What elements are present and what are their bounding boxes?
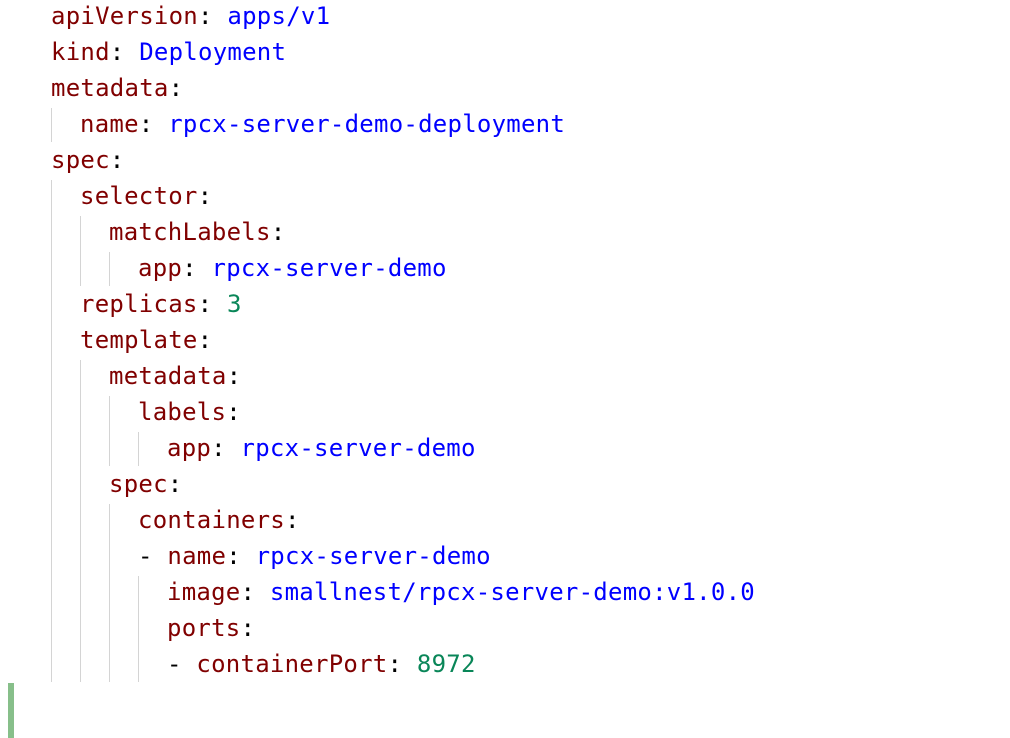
yaml-key: app [167,434,212,462]
yaml-key: selector [80,182,198,210]
yaml-key: spec [109,470,168,498]
yaml-key: kind [51,38,110,66]
yaml-colon: : [211,434,226,462]
code-line[interactable]: selector: [80,178,212,214]
code-line[interactable]: apiVersion: apps/v1 [51,0,330,34]
yaml-key: metadata [109,362,227,390]
yaml-key: labels [138,398,227,426]
yaml-key: containerPort [196,650,388,678]
yaml-colon: : [109,38,125,66]
list-dash: - [138,542,168,570]
yaml-colon: : [138,110,154,138]
yaml-key: metadata [51,74,169,102]
yaml-key: app [138,254,183,282]
code-line[interactable]: matchLabels: [109,214,285,250]
yaml-colon: : [285,506,300,534]
yaml-colon: : [226,398,241,426]
yaml-colon: : [240,578,256,606]
code-line[interactable]: - containerPort: 8972 [167,646,476,682]
yaml-value: rpcx-server-demo [211,254,447,282]
yaml-colon: : [168,74,184,102]
yaml-colon: : [197,182,213,210]
code-line[interactable]: metadata: [51,70,183,106]
yaml-colon: : [240,614,256,642]
yaml-colon: : [387,650,403,678]
yaml-value: Deployment [139,38,287,66]
yaml-colon: : [226,542,241,570]
yaml-key: template [80,326,198,354]
code-line[interactable]: ports: [167,610,255,646]
yaml-colon: : [197,326,213,354]
code-line[interactable]: template: [80,322,212,358]
code-line[interactable]: labels: [138,394,241,430]
list-dash: - [167,650,197,678]
code-editor[interactable]: apiVersion: apps/v1 kind: Deployment metad… [0,0,1010,738]
yaml-colon: : [182,254,197,282]
yaml-key: containers [138,506,285,534]
indent-guide [51,108,52,142]
yaml-key: name [80,110,139,138]
gutter-change-marker [8,683,14,738]
indent-guide [80,216,81,286]
indent-guide [109,504,110,682]
indent-guide [109,396,110,466]
yaml-key: name [167,542,227,570]
indent-guide [138,432,139,466]
indent-guide [80,360,81,682]
yaml-key: ports [167,614,241,642]
code-line[interactable]: spec: [51,142,125,178]
yaml-key: replicas [80,290,198,318]
code-line[interactable]: app: rpcx-server-demo [138,250,447,286]
code-line[interactable]: replicas: 3 [80,286,242,322]
code-line[interactable]: image: smallnest/rpcx-server-demo:v1.0.0 [167,574,755,610]
code-line[interactable]: containers: [138,502,300,538]
yaml-key: spec [51,146,110,174]
code-line[interactable]: - name: rpcx-server-demo [138,538,491,574]
yaml-value: 3 [227,290,242,318]
code-line[interactable]: metadata: [109,358,241,394]
code-line[interactable]: kind: Deployment [51,34,286,70]
indent-guide [51,180,52,682]
yaml-value: rpcx-server-demo-deployment [168,110,566,138]
yaml-value: 8972 [416,650,476,678]
code-line[interactable]: name: rpcx-server-demo-deployment [80,106,565,142]
code-line[interactable]: app: rpcx-server-demo [167,430,476,466]
yaml-colon: : [226,362,242,390]
yaml-colon: : [167,470,183,498]
yaml-key: matchLabels [109,218,271,246]
yaml-key: image [167,578,241,606]
indent-guide [109,252,110,286]
code-line[interactable]: spec: [109,466,183,502]
yaml-colon: : [198,2,213,30]
yaml-key: apiVersion [51,2,198,30]
yaml-value: apps/v1 [227,2,331,30]
yaml-colon: : [109,146,125,174]
yaml-colon: : [270,218,286,246]
yaml-value: smallnest/rpcx-server-demo:v1.0.0 [269,578,755,606]
yaml-colon: : [197,290,213,318]
yaml-value: rpcx-server-demo [255,542,491,570]
indent-guide [138,576,139,682]
yaml-value: rpcx-server-demo [240,434,476,462]
